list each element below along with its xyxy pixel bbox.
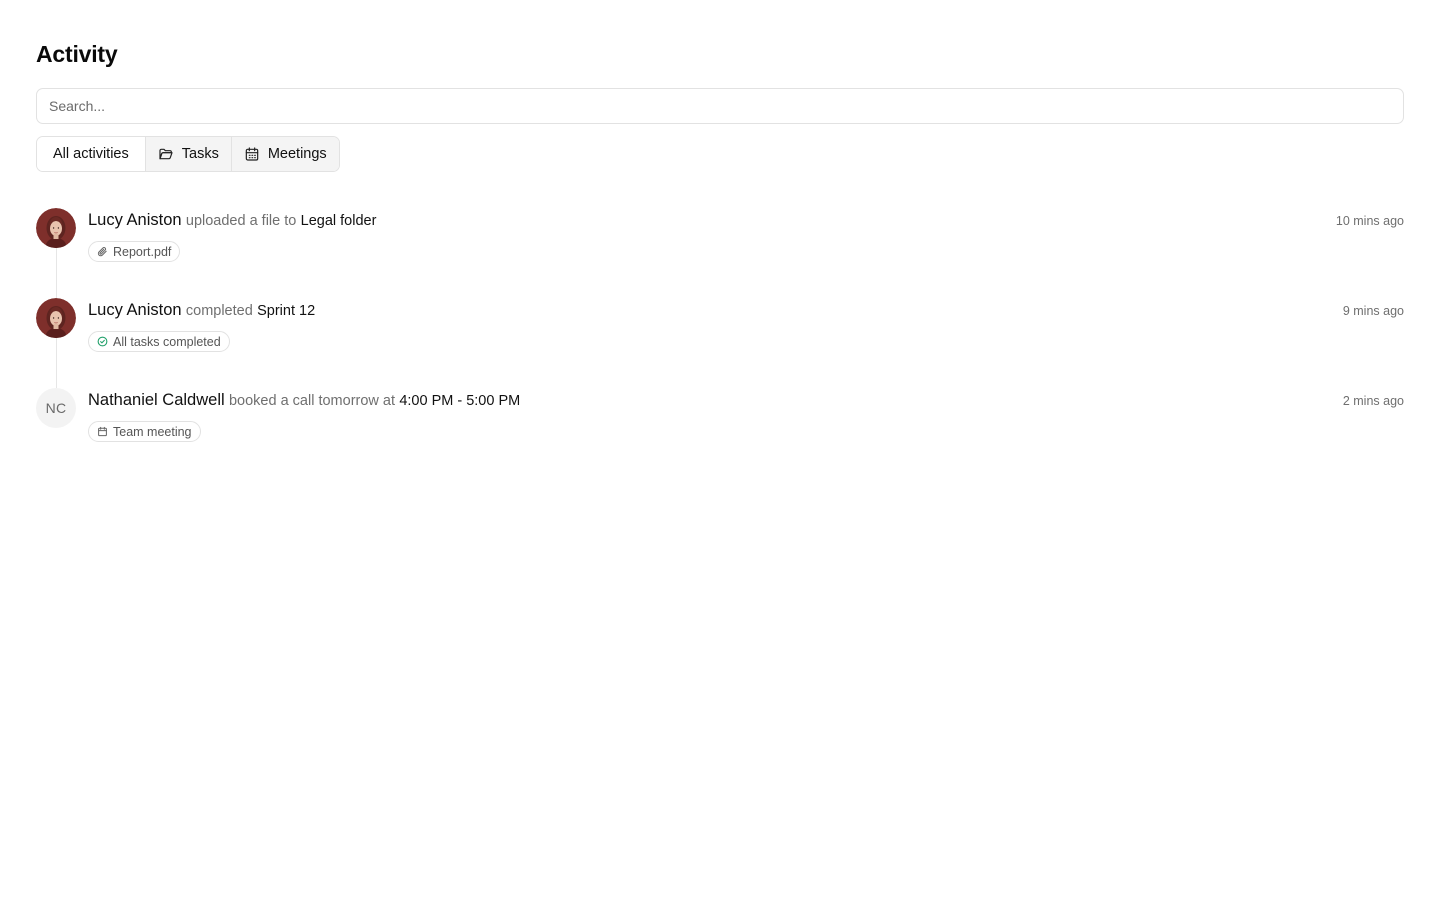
activity-item: Lucy Aniston uploaded a file to Legal fo… [36, 208, 1404, 298]
avatar-initials: NC [45, 400, 67, 416]
activity-verb: booked a call tomorrow at [228, 393, 396, 409]
filter-label: Tasks [181, 146, 219, 162]
attachment-tag[interactable]: Report.pdf [88, 241, 181, 262]
tag-label: Team meeting [113, 424, 192, 439]
activity-target[interactable]: Legal folder [301, 213, 377, 229]
activity-page: Activity All activities Tasks Meetings [0, 0, 1440, 900]
meeting-tag[interactable]: Team meeting [88, 421, 201, 442]
activity-item: Lucy Aniston completed Sprint 12 9 mins … [36, 298, 1404, 388]
filter-meetings[interactable]: Meetings [230, 137, 339, 171]
search-box [36, 88, 1404, 124]
tag-label: All tasks completed [113, 334, 221, 349]
search-input[interactable] [49, 98, 1391, 114]
filter-tasks[interactable]: Tasks [144, 137, 231, 171]
page-title: Activity [36, 41, 118, 67]
actor-name[interactable]: Nathaniel Caldwell [88, 391, 225, 409]
activity-content: Nathaniel Caldwell booked a call tomorro… [88, 388, 1404, 478]
activity-sentence: Lucy Aniston uploaded a file to Legal fo… [88, 210, 376, 231]
activity-sentence: Lucy Aniston completed Sprint 12 [88, 300, 315, 321]
check-circle-icon [97, 336, 108, 347]
activity-time: 10 mins ago [1335, 214, 1404, 228]
activity-verb: completed [185, 303, 253, 319]
calendar-icon [98, 426, 107, 437]
activity-sentence: Nathaniel Caldwell booked a call tomorro… [88, 390, 520, 411]
activity-content: Lucy Aniston completed Sprint 12 9 mins … [88, 298, 1404, 388]
timeline-connector [55, 248, 57, 298]
user-photo-icon [36, 298, 76, 338]
activity-time: 9 mins ago [1342, 304, 1404, 318]
tag-label: Report.pdf [113, 244, 172, 259]
paperclip-icon [97, 247, 107, 257]
filter-all-activities[interactable]: All activities [37, 137, 145, 171]
filter-label: All activities [53, 146, 129, 162]
actor-name[interactable]: Lucy Aniston [88, 211, 182, 229]
activity-item: NC Nathaniel Caldwell booked a call tomo… [36, 388, 1404, 478]
activity-feed: Lucy Aniston uploaded a file to Legal fo… [36, 208, 1404, 478]
calendar-icon [245, 147, 259, 161]
status-tag: All tasks completed [88, 331, 230, 352]
timeline-connector [55, 338, 57, 388]
avatar[interactable] [36, 298, 76, 338]
avatar[interactable] [36, 208, 76, 248]
actor-name[interactable]: Lucy Aniston [88, 301, 182, 319]
folder-icon [159, 148, 173, 160]
activity-filter-tabs: All activities Tasks Meetings [36, 136, 340, 172]
activity-target[interactable]: 4:00 PM - 5:00 PM [399, 393, 520, 409]
activity-time: 2 mins ago [1342, 394, 1404, 408]
avatar[interactable]: NC [36, 388, 76, 428]
activity-content: Lucy Aniston uploaded a file to Legal fo… [88, 208, 1404, 298]
filter-label: Meetings [267, 146, 327, 162]
user-photo-icon [36, 208, 76, 248]
activity-verb: uploaded a file to [185, 213, 297, 229]
activity-target[interactable]: Sprint 12 [257, 303, 315, 319]
